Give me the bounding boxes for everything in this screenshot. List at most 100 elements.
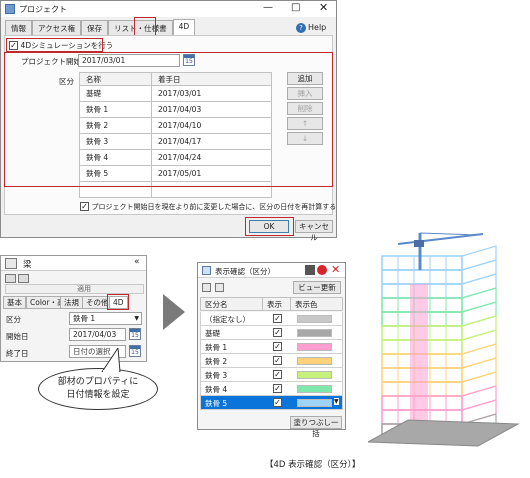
minimize-icon[interactable] <box>305 265 315 275</box>
recalc-checkbox[interactable]: ✓ <box>80 202 89 211</box>
display-row-name: 鉄骨 3 <box>205 371 228 380</box>
color-swatch[interactable] <box>297 371 332 379</box>
floor-side <box>461 371 497 397</box>
project-dialog: プロジェクト — □ ✕ 情報 アクセス権 保存 リスト・仕様書 4D ? Hel… <box>0 0 337 242</box>
display-row[interactable]: 鉄骨 3 ✓ <box>200 368 343 382</box>
section-select[interactable]: 鉄骨 1 ▼ <box>69 312 142 325</box>
dialog-tabs: 情報 アクセス権 保存 リスト・仕様書 4D <box>5 19 196 35</box>
color-swatch[interactable] <box>297 385 332 393</box>
chevron-down-icon[interactable]: ▼ <box>334 398 339 405</box>
arrow-right-icon <box>163 294 185 330</box>
grid-view-icon[interactable] <box>215 283 224 292</box>
color-swatch[interactable] <box>297 357 332 365</box>
show-checkbox[interactable]: ✓ <box>273 398 282 407</box>
crane-cab <box>414 240 424 247</box>
property-title: 梁 <box>23 260 32 270</box>
grid-icon <box>202 266 211 275</box>
close-icon[interactable]: ✕ <box>331 263 340 276</box>
core-shaft <box>410 284 428 438</box>
recalc-checkbox-label: プロジェクト開始日を現在より前に変更した場合に、区分の日付を再計算する <box>91 203 337 211</box>
floor-side <box>461 357 497 383</box>
floor-side <box>461 287 497 313</box>
display-table: 区分名 表示 表示色 <box>200 297 343 311</box>
show-checkbox[interactable]: ✓ <box>273 328 282 337</box>
simulation-highlight <box>6 38 103 52</box>
callout: 部材のプロパティに 日付情報を設定 <box>38 368 158 410</box>
building-illustration <box>368 232 520 447</box>
start-row-label: 開始日 <box>6 332 29 341</box>
fill-all-button[interactable]: 塗りつぶし一括 <box>290 416 342 438</box>
calendar-icon[interactable]: 15 <box>129 345 141 357</box>
figure-caption: 【4D 表示確認（区分）】 <box>265 460 361 470</box>
apply-icon[interactable] <box>5 274 16 283</box>
floor-side <box>461 245 497 271</box>
floor-side <box>461 329 497 355</box>
display-row-name: 鉄骨 2 <box>205 357 228 366</box>
show-checkbox[interactable]: ✓ <box>273 370 282 379</box>
tab-save[interactable]: 保存 <box>81 20 109 35</box>
ok-highlight <box>245 217 294 236</box>
dialog-title: プロジェクト <box>19 5 67 14</box>
display-row[interactable]: 基礎 ✓ <box>200 326 343 340</box>
display-titlebar: 表示確認（区分） ✕ <box>198 263 345 278</box>
tab-access[interactable]: アクセス権 <box>32 20 82 35</box>
show-checkbox[interactable]: ✓ <box>273 356 282 365</box>
floor-side <box>461 273 497 299</box>
chevron-down-icon: ▼ <box>134 315 139 322</box>
section-row-label: 区分 <box>6 315 21 324</box>
collapse-icon[interactable]: « <box>134 257 140 267</box>
color-swatch[interactable] <box>297 343 332 351</box>
show-checkbox[interactable]: ✓ <box>273 384 282 393</box>
display-row[interactable]: 鉄骨 1 ✓ <box>200 340 343 354</box>
view-update-button[interactable]: ビュー更新 <box>293 281 341 294</box>
recalc-option: ✓ プロジェクト開始日を現在より前に変更した場合に、区分の日付を再計算する <box>80 202 336 212</box>
column-header-show: 表示 <box>262 297 291 311</box>
tab-info[interactable]: 情報 <box>5 20 32 35</box>
end-row-label: 終了日 <box>6 349 29 358</box>
floor-side <box>461 315 497 341</box>
display-row-name: （指定なし） <box>205 315 250 324</box>
display-row[interactable]: 鉄骨 4 ✓ <box>200 382 343 396</box>
ptab-basic[interactable]: 基本 <box>3 296 26 309</box>
apply-button[interactable]: 適用 <box>5 284 144 294</box>
floor-frame <box>381 269 463 285</box>
calendar-icon[interactable]: 15 <box>129 328 141 340</box>
color-swatch[interactable] <box>297 329 332 337</box>
help-label: Help <box>308 23 327 32</box>
floor-side <box>461 343 497 369</box>
callout-pointer <box>101 348 121 372</box>
callout-line-1: 部材のプロパティに <box>57 377 139 387</box>
start-date-input[interactable]: 2017/04/03 <box>69 328 126 341</box>
cancel-button[interactable]: キャンセル <box>295 220 333 242</box>
show-checkbox[interactable]: ✓ <box>273 342 282 351</box>
pick-icon[interactable] <box>18 274 29 283</box>
minimize-icon[interactable]: — <box>263 2 273 13</box>
callout-line-2: 日付情報を設定 <box>66 390 130 400</box>
show-checkbox[interactable]: ✓ <box>273 314 282 323</box>
display-rows: （指定なし） ✓ 基礎 ✓ 鉄骨 1 ✓ 鉄骨 2 ✓ 鉄骨 3 ✓ 鉄骨 4 ✓ 鉄骨 5 ✓ ▼ <box>200 312 343 410</box>
display-row[interactable]: 鉄骨 5 ✓ ▼ <box>200 396 343 410</box>
floor-side <box>461 399 497 425</box>
section-select-value: 鉄骨 1 <box>73 314 96 323</box>
color-swatch[interactable] <box>297 315 332 323</box>
tab-4d-highlight <box>134 17 156 37</box>
display-row-name: 鉄骨 1 <box>205 343 228 352</box>
help-link[interactable]: ? Help <box>296 23 326 33</box>
beam-icon <box>5 258 17 269</box>
maximize-icon[interactable]: □ <box>291 2 300 13</box>
tab-4d[interactable]: 4D <box>172 19 196 35</box>
close-icon[interactable]: ✕ <box>319 1 328 14</box>
display-row-name: 鉄骨 4 <box>205 385 228 394</box>
display-row[interactable]: 鉄骨 2 ✓ <box>200 354 343 368</box>
display-title: 表示確認（区分） <box>215 267 275 276</box>
floor-side <box>461 301 497 327</box>
color-swatch[interactable] <box>297 399 332 407</box>
crane-jib <box>397 233 484 245</box>
project-icon <box>5 4 15 14</box>
ptab-law[interactable]: 法規 <box>60 296 83 309</box>
record-icon[interactable] <box>317 265 327 275</box>
floor-side <box>461 259 497 285</box>
column-header-section: 区分名 <box>200 297 263 311</box>
list-icon[interactable] <box>202 283 211 292</box>
display-row[interactable]: （指定なし） ✓ <box>200 312 343 326</box>
